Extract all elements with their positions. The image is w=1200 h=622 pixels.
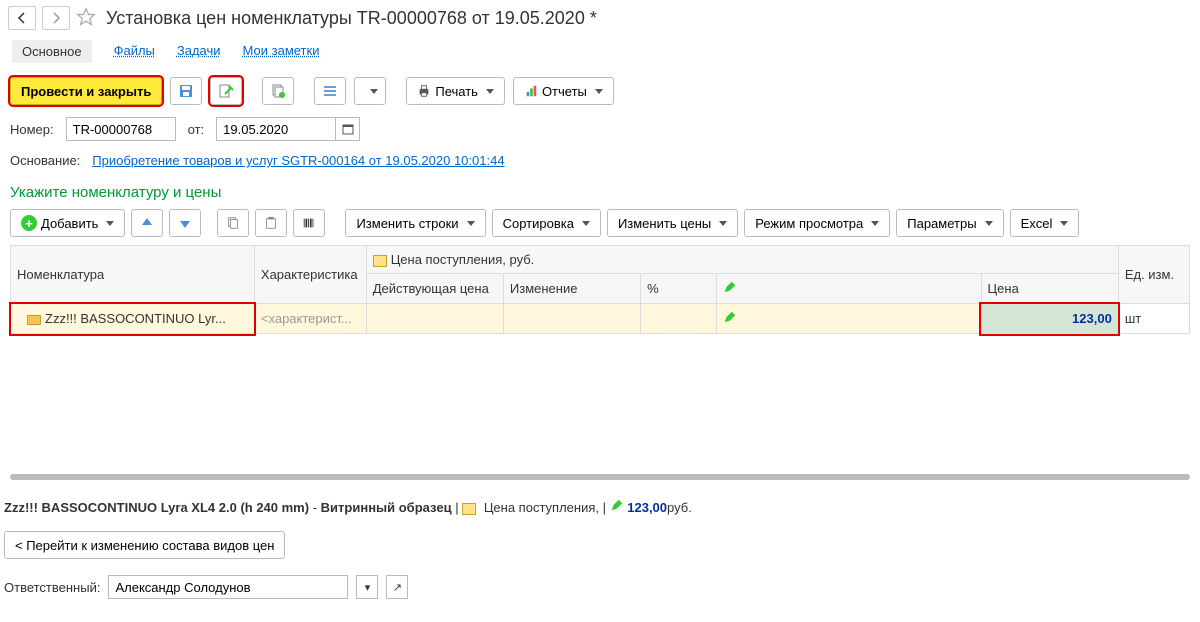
responsible-open-button[interactable]: ↗ <box>386 575 408 599</box>
folder-icon <box>27 315 41 325</box>
view-mode-button[interactable]: Режим просмотра <box>744 209 890 237</box>
price-tag-icon <box>373 255 387 267</box>
page-title: Установка цен номенклатуры TR-00000768 о… <box>106 8 597 29</box>
cell-edit[interactable] <box>717 304 981 334</box>
reports-label: Отчеты <box>542 84 587 99</box>
cell-unit[interactable]: шт <box>1118 304 1189 334</box>
summary-line: Zzz!!! BASSOCONTINUO Lyra XL4 2.0 (h 240… <box>0 490 1200 523</box>
copy-button[interactable] <box>262 77 294 105</box>
paste-row-button[interactable] <box>255 209 287 237</box>
move-down-button[interactable] <box>169 209 201 237</box>
col-unit[interactable]: Ед. изм. <box>1118 246 1189 304</box>
section-title: Укажите номенклатуру и цены <box>0 174 1200 205</box>
list-button[interactable] <box>314 77 346 105</box>
tab-main[interactable]: Основное <box>12 40 92 63</box>
col-price[interactable]: Цена <box>981 274 1118 304</box>
add-label: Добавить <box>41 216 98 231</box>
cell-current-price[interactable] <box>366 304 503 334</box>
move-up-button[interactable] <box>131 209 163 237</box>
prices-table: Номенклатура Характеристика Цена поступл… <box>10 245 1190 334</box>
cell-change[interactable] <box>503 304 640 334</box>
responsible-input[interactable] <box>108 575 348 599</box>
number-label: Номер: <box>10 122 54 137</box>
plus-icon: + <box>21 215 37 231</box>
col-percent[interactable]: % <box>641 274 717 304</box>
pencil-icon <box>723 282 737 297</box>
pencil-icon <box>723 312 737 327</box>
barcode-button[interactable] <box>293 209 325 237</box>
print-button[interactable]: Печать <box>406 77 505 105</box>
responsible-dropdown-button[interactable]: ▾ <box>356 575 378 599</box>
cell-percent[interactable] <box>641 304 717 334</box>
print-label: Печать <box>435 84 478 99</box>
date-input[interactable] <box>216 117 336 141</box>
copy-row-button[interactable] <box>217 209 249 237</box>
cell-nomenclature[interactable]: Zzz!!! BASSOCONTINUO Lyr... <box>11 304 255 334</box>
table-row[interactable]: Zzz!!! BASSOCONTINUO Lyr... <характерист… <box>11 304 1190 334</box>
change-price-types-button[interactable]: < Перейти к изменению состава видов цен <box>4 531 285 559</box>
col-change[interactable]: Изменение <box>503 274 640 304</box>
excel-button[interactable]: Excel <box>1010 209 1080 237</box>
col-characteristic[interactable]: Характеристика <box>254 246 366 304</box>
tab-tasks[interactable]: Задачи <box>177 43 221 60</box>
responsible-label: Ответственный: <box>4 580 100 595</box>
number-input[interactable] <box>66 117 176 141</box>
cell-price[interactable]: 123,00 <box>981 304 1118 334</box>
add-button[interactable]: + Добавить <box>10 209 125 237</box>
favorite-star-icon[interactable] <box>76 7 96 30</box>
nav-forward-button[interactable] <box>42 6 70 30</box>
edit-prices-button[interactable]: Изменить цены <box>607 209 738 237</box>
create-based-on-button[interactable] <box>354 77 386 105</box>
nav-back-button[interactable] <box>8 6 36 30</box>
basis-link[interactable]: Приобретение товаров и услуг SGTR-000164… <box>92 153 504 168</box>
reports-button[interactable]: Отчеты <box>513 77 614 105</box>
pencil-icon <box>610 500 624 515</box>
edit-rows-button[interactable]: Изменить строки <box>345 209 485 237</box>
params-button[interactable]: Параметры <box>896 209 1003 237</box>
col-current-price[interactable]: Действующая цена <box>366 274 503 304</box>
cell-characteristic[interactable]: <характерист... <box>254 304 366 334</box>
divider <box>10 474 1190 480</box>
col-edit[interactable] <box>717 274 981 304</box>
price-tag-icon <box>462 503 476 515</box>
post-button[interactable] <box>210 77 242 105</box>
post-and-close-button[interactable]: Провести и закрыть <box>10 77 162 105</box>
tab-notes[interactable]: Мои заметки <box>243 43 320 60</box>
col-price-in[interactable]: Цена поступления, руб. <box>366 246 1118 274</box>
sort-button[interactable]: Сортировка <box>492 209 601 237</box>
from-label: от: <box>188 122 205 137</box>
col-nomenclature[interactable]: Номенклатура <box>11 246 255 304</box>
calendar-button[interactable] <box>336 117 360 141</box>
basis-label: Основание: <box>10 153 80 168</box>
tab-files[interactable]: Файлы <box>114 43 155 60</box>
save-button[interactable] <box>170 77 202 105</box>
